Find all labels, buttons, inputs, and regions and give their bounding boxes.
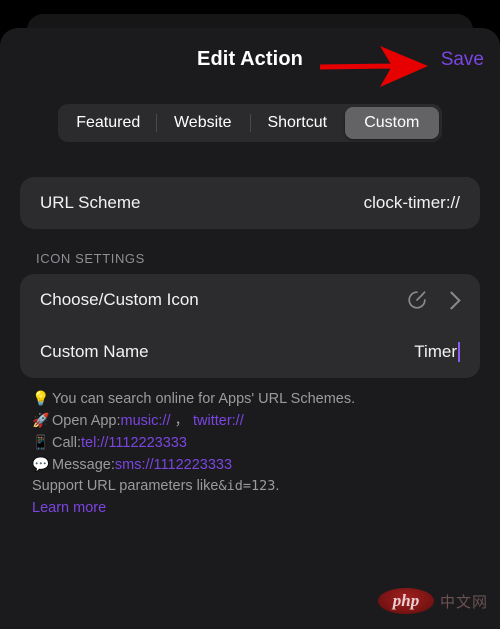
twitter-scheme-link[interactable]: twitter://	[193, 411, 244, 432]
speech-balloon-icon: 💬	[32, 456, 50, 472]
help-line-tip: 💡 You can search online for Apps' URL Sc…	[32, 388, 500, 410]
icon-settings-card: Choose/Custom Icon Custom Name Timer	[20, 274, 480, 378]
mobile-phone-icon: 📱	[32, 434, 50, 450]
open-app-prefix: Open App:	[52, 413, 121, 429]
choose-custom-icon-label: Choose/Custom Icon	[40, 290, 199, 309]
watermark-site-text: 中文网	[439, 593, 488, 611]
music-scheme-link[interactable]: music://	[121, 411, 171, 432]
segment-shortcut[interactable]: Shortcut	[250, 107, 345, 139]
sheet-header: Edit Action Save	[0, 28, 500, 90]
lightbulb-icon: 💡	[32, 390, 50, 406]
url-scheme-label: URL Scheme	[40, 193, 141, 212]
watermark: php 中文网	[377, 588, 488, 614]
text-caret	[458, 342, 460, 362]
help-line-parameters: Support URL parameters like &id=123 .	[32, 476, 500, 497]
choose-custom-icon-row[interactable]: Choose/Custom Icon	[20, 274, 480, 326]
sms-scheme-link[interactable]: sms://1112223333	[115, 455, 232, 476]
scheme-separator: ，	[174, 413, 189, 429]
custom-name-label: Custom Name	[40, 342, 149, 361]
page-title: Edit Action	[197, 48, 303, 70]
timer-icon	[405, 288, 429, 312]
help-text-block: 💡 You can search online for Apps' URL Sc…	[32, 388, 500, 519]
rocket-icon: 🚀	[32, 412, 50, 428]
chevron-right-icon[interactable]	[442, 290, 461, 310]
custom-name-row[interactable]: Custom Name Timer	[20, 326, 480, 378]
save-button[interactable]: Save	[441, 49, 484, 71]
help-tip-text: You can search online for Apps' URL Sche…	[52, 391, 356, 407]
message-prefix: Message:	[52, 457, 115, 473]
parameters-prefix: Support URL parameters like	[32, 478, 219, 494]
segment-website[interactable]: Website	[155, 107, 251, 139]
help-line-message: 💬 Message: sms://1112223333	[32, 454, 500, 476]
url-scheme-input[interactable]: clock-timer://	[364, 193, 460, 213]
help-line-call: 📱 Call: tel://1112223333	[32, 432, 500, 454]
parameters-example-code: &id=123	[218, 478, 276, 494]
url-scheme-card: URL Scheme clock-timer://	[20, 177, 480, 229]
php-logo: php	[377, 588, 434, 614]
edit-action-sheet: Edit Action Save Featured Website Shortc…	[0, 28, 500, 629]
custom-name-input[interactable]: Timer	[414, 342, 457, 362]
call-prefix: Call:	[52, 435, 82, 451]
help-line-open-app: 🚀 Open App: music:// ， twitter://	[32, 410, 500, 432]
url-scheme-row[interactable]: URL Scheme clock-timer://	[20, 177, 480, 229]
learn-more-link[interactable]: Learn more	[32, 498, 500, 519]
segment-custom[interactable]: Custom	[344, 107, 439, 139]
action-type-segmented-control[interactable]: Featured Website Shortcut Custom	[58, 104, 442, 142]
tel-scheme-link[interactable]: tel://1112223333	[81, 433, 187, 454]
screen-root: Edit Action Save Featured Website Shortc…	[0, 0, 500, 629]
segment-featured[interactable]: Featured	[61, 107, 156, 139]
icon-settings-section-title: ICON SETTINGS	[36, 251, 145, 266]
parameters-suffix: .	[275, 478, 280, 494]
